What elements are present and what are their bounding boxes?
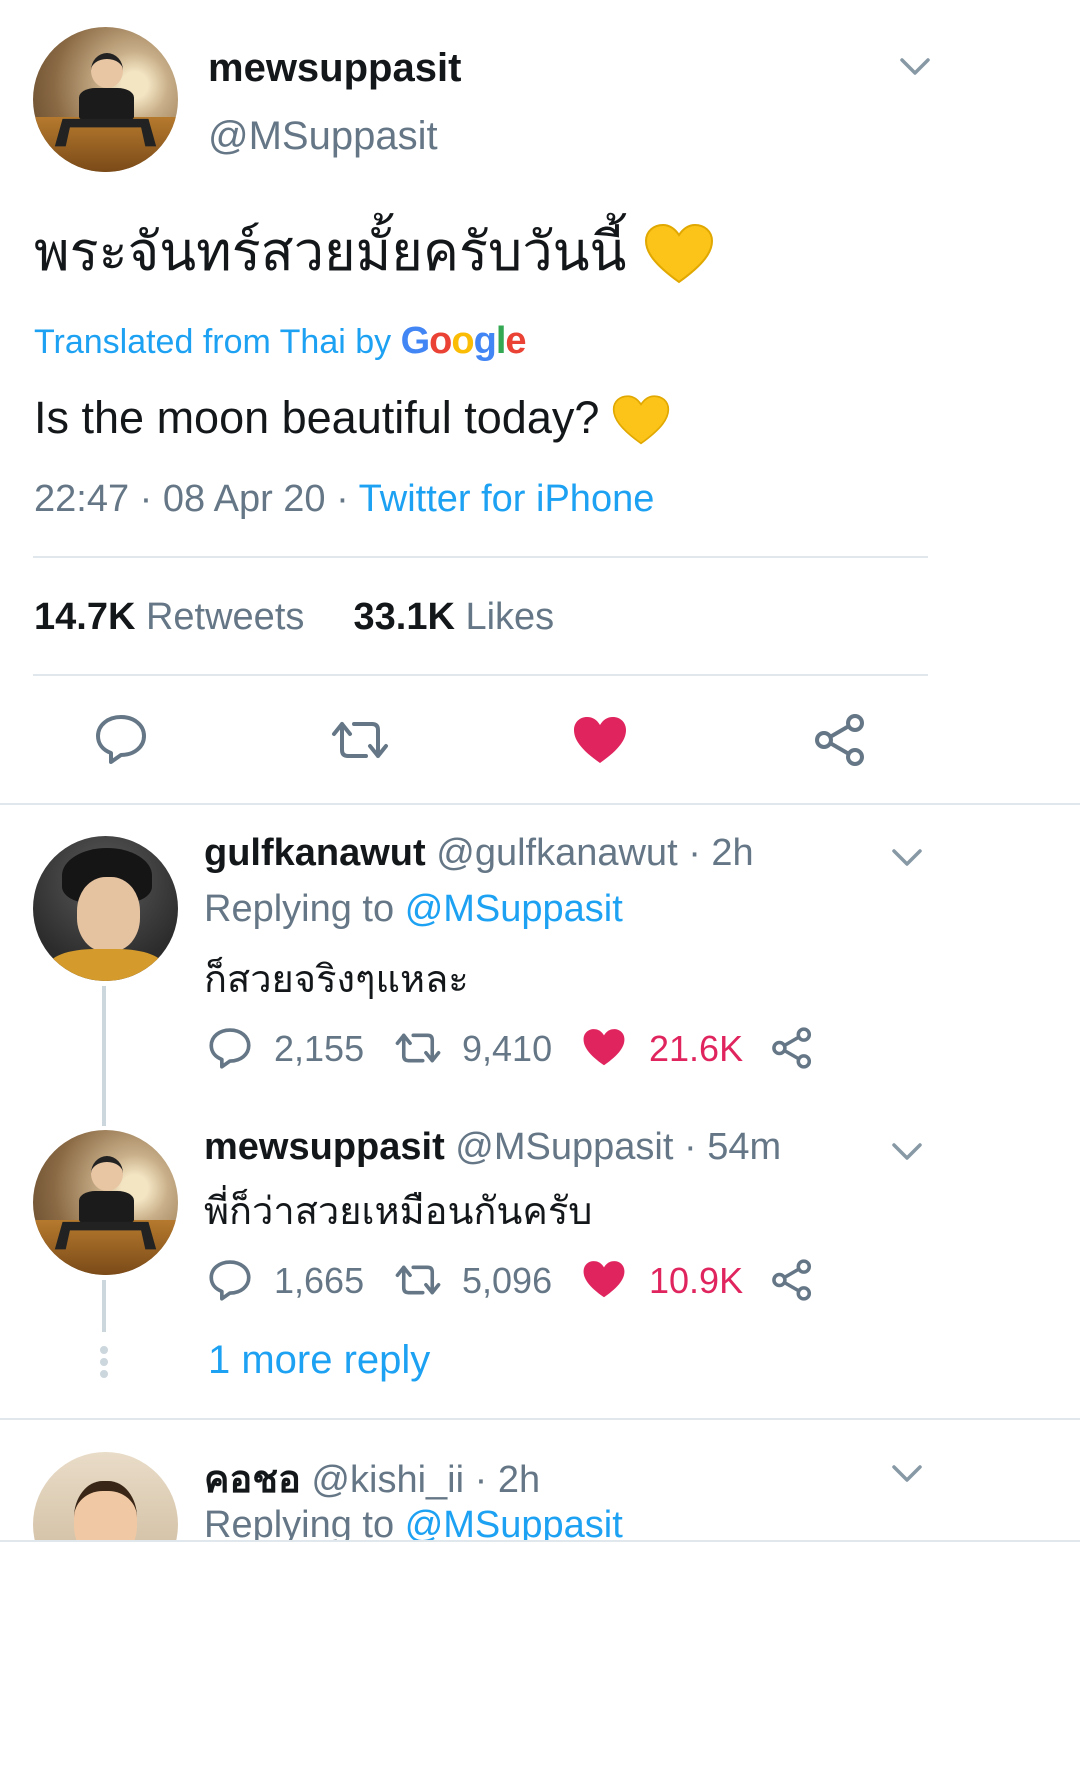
retweet-count: 9,410: [462, 1028, 553, 1069]
reply-display-name[interactable]: คอชอ: [204, 1457, 301, 1501]
reply-header: mewsuppasit @MSuppasit · 54m: [204, 1126, 782, 1168]
yellow-heart-emoji-icon: [644, 224, 713, 284]
section-separator: [0, 803, 1080, 805]
author-handle[interactable]: @MSuppasit: [208, 114, 438, 159]
thread-dot: [100, 1358, 108, 1366]
tweet-date: 08 Apr 20: [162, 478, 326, 520]
reply-avatar[interactable]: [33, 836, 178, 981]
google-logo: Google: [400, 320, 527, 362]
reply-avatar[interactable]: [33, 1130, 178, 1275]
tweet-time: 22:47: [34, 478, 130, 520]
chevron-down-icon[interactable]: [898, 55, 932, 79]
reply-time: 2h: [711, 832, 754, 874]
main-tweet: mewsuppasit @MSuppasit พระจันทร์สวยมั้ยค…: [0, 0, 1080, 905]
like-icon-filled[interactable]: [582, 1028, 626, 1068]
reply-icon[interactable]: [208, 1026, 252, 1070]
translated-text: Is the moon beautiful today?: [34, 392, 670, 447]
translation-attribution: Translated from Thai by Google: [34, 320, 527, 362]
bottom-edge: [0, 1540, 1080, 1766]
retweet-icon[interactable]: [394, 1029, 442, 1067]
retweet-icon[interactable]: [394, 1261, 442, 1299]
like-count: 10.9K: [649, 1260, 744, 1301]
share-icon[interactable]: [812, 712, 868, 768]
reply-header: คอชอ @kishi_ii · 2h: [204, 1457, 541, 1501]
yellow-heart-emoji-icon: [612, 395, 670, 445]
tweet-source-link[interactable]: Twitter for iPhone: [359, 478, 655, 520]
divider: [33, 674, 928, 676]
thread-dot: [100, 1370, 108, 1378]
reply-count: 2,155: [274, 1028, 365, 1069]
retweet-count: 5,096: [462, 1260, 553, 1301]
like-count: 21.6K: [649, 1028, 744, 1069]
reply-time: 54m: [707, 1126, 782, 1168]
reply-count: 1,665: [274, 1260, 365, 1301]
reply-handle[interactable]: @MSuppasit: [455, 1126, 673, 1168]
reply-header: gulfkanawut @gulfkanawut · 2h: [204, 832, 754, 874]
share-icon[interactable]: [770, 1026, 814, 1070]
chevron-down-icon[interactable]: [890, 846, 924, 870]
reply-handle[interactable]: @gulfkanawut: [436, 832, 677, 874]
likes-stat[interactable]: 33.1K Likes: [354, 596, 555, 638]
chevron-down-icon[interactable]: [890, 1462, 924, 1486]
like-icon-filled[interactable]: [582, 1260, 626, 1300]
chevron-down-icon[interactable]: [890, 1140, 924, 1164]
tweet-meta: 22:47 · 08 Apr 20 · Twitter for iPhone: [34, 478, 655, 520]
reply-text: พี่ก็ว่าสวยเหมือนกันครับ: [204, 1189, 593, 1233]
thread-dot: [100, 1346, 108, 1354]
author-display-name[interactable]: mewsuppasit: [208, 46, 461, 91]
reply-display-name[interactable]: gulfkanawut: [204, 832, 426, 874]
reply-handle[interactable]: @kishi_ii: [311, 1459, 464, 1501]
tweet-stats: 14.7K Retweets 33.1K Likes: [34, 596, 554, 639]
reply-display-name[interactable]: mewsuppasit: [204, 1126, 445, 1168]
show-more-replies-link[interactable]: 1 more reply: [208, 1338, 430, 1383]
share-icon[interactable]: [770, 1258, 814, 1302]
like-icon-filled[interactable]: [572, 716, 628, 766]
reply-text: ก็สวยจริงๆแหละ: [204, 957, 469, 1001]
reply-icon[interactable]: [94, 712, 148, 766]
reply-actions: 2,155 9,410 21.6K: [0, 1024, 1080, 1074]
retweets-stat[interactable]: 14.7K Retweets: [34, 596, 304, 638]
tweet-text: พระจันทร์สวยมั้ยครับวันนี้: [34, 208, 714, 294]
section-separator: [0, 1418, 1080, 1420]
reply-icon[interactable]: [208, 1258, 252, 1302]
reply-actions: 1,665 5,096 10.9K: [0, 1256, 1080, 1306]
reply-time: 2h: [497, 1459, 541, 1501]
replying-to: Replying to @MSuppasit: [204, 888, 623, 930]
replying-to-mention[interactable]: @MSuppasit: [405, 888, 623, 930]
retweet-icon[interactable]: [330, 716, 390, 764]
divider: [33, 556, 928, 558]
author-avatar[interactable]: [33, 27, 178, 172]
